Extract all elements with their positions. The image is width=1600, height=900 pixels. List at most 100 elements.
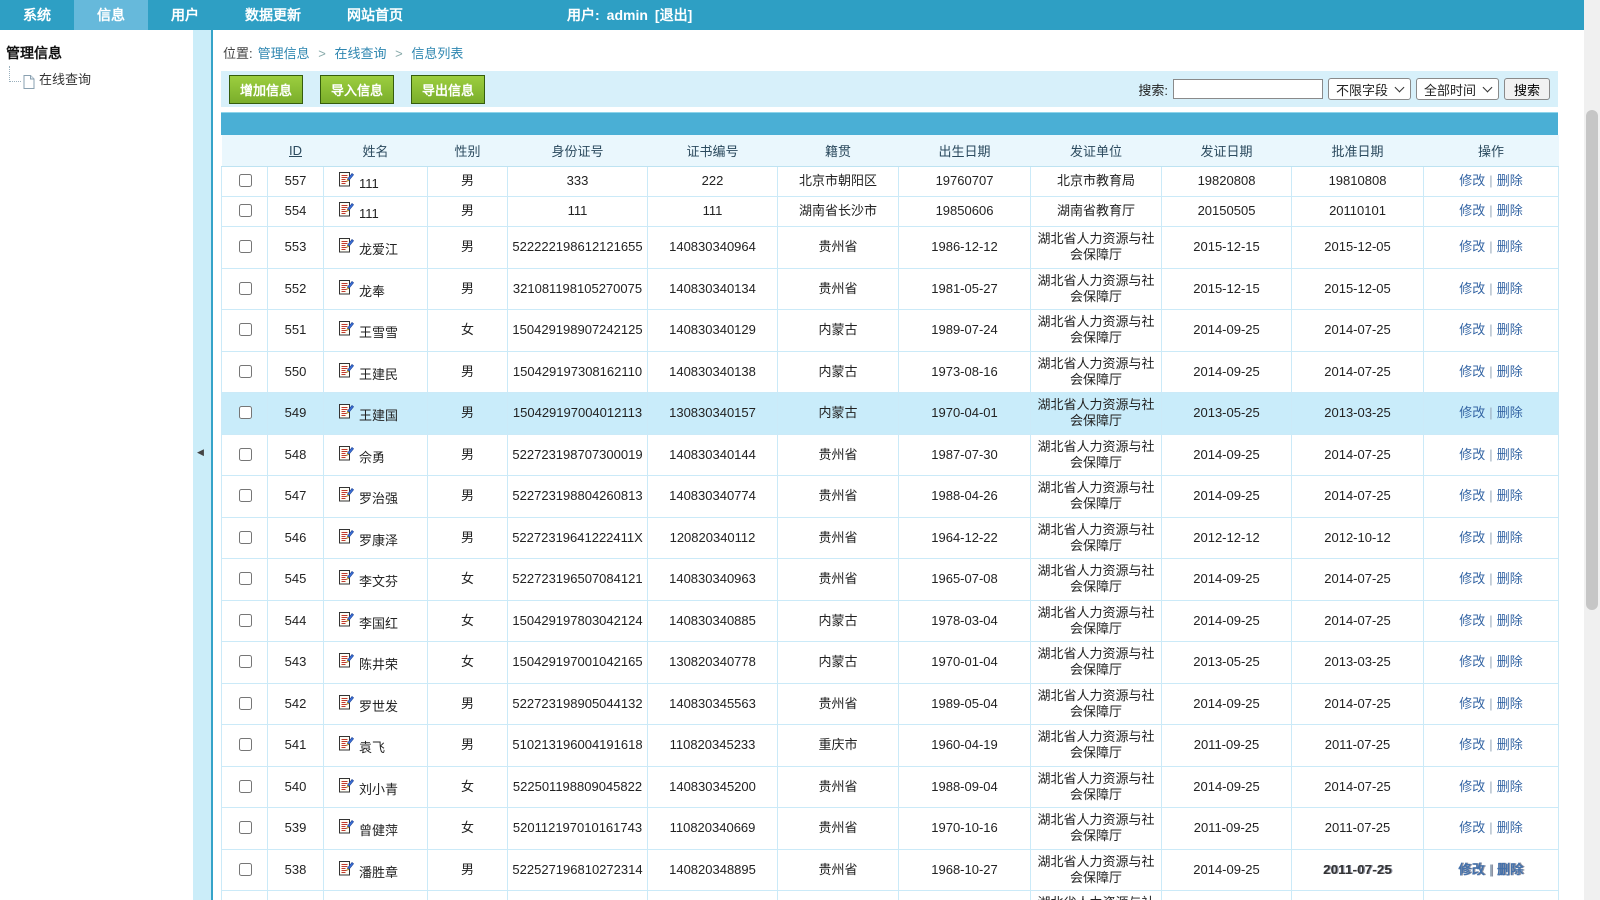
import-info-button[interactable]: 导入信息: [320, 75, 394, 104]
row-checkbox[interactable]: [239, 365, 252, 378]
edit-link[interactable]: 修改: [1459, 530, 1485, 545]
edit-doc-icon[interactable]: [339, 694, 354, 714]
nav-tab-site-home[interactable]: 网站首页: [324, 0, 426, 30]
delete-link[interactable]: 删除: [1497, 779, 1523, 794]
edit-link[interactable]: 修改: [1459, 737, 1485, 752]
name-link[interactable]: 罗治强: [359, 491, 398, 507]
edit-doc-icon[interactable]: [339, 279, 354, 299]
edit-link[interactable]: 修改: [1459, 654, 1485, 669]
row-checkbox[interactable]: [239, 204, 252, 217]
sort-by-id[interactable]: ID: [289, 143, 302, 158]
edit-link[interactable]: 修改: [1459, 203, 1485, 218]
edit-doc-icon[interactable]: [339, 569, 354, 589]
edit-doc-icon[interactable]: [339, 362, 354, 382]
nav-tab-data-update[interactable]: 数据更新: [222, 0, 324, 30]
name-link[interactable]: 陈井荣: [359, 657, 398, 673]
edit-link[interactable]: 修改: [1459, 173, 1485, 188]
name-link[interactable]: 罗世发: [359, 699, 398, 715]
name-link[interactable]: 李国红: [359, 616, 398, 632]
edit-link[interactable]: 修改: [1459, 405, 1485, 420]
row-checkbox[interactable]: [239, 448, 252, 461]
name-link[interactable]: 李文芬: [359, 574, 398, 590]
sidebar-item-online-query[interactable]: 在线查询: [9, 66, 193, 89]
delete-link[interactable]: 删除: [1497, 654, 1523, 669]
name-link[interactable]: 111: [359, 206, 379, 222]
breadcrumb-link-1[interactable]: 在线查询: [334, 46, 386, 61]
delete-link[interactable]: 删除: [1497, 862, 1524, 877]
breadcrumb-link-0[interactable]: 管理信息: [258, 46, 310, 61]
row-checkbox[interactable]: [239, 531, 252, 544]
search-button[interactable]: 搜索: [1504, 78, 1550, 100]
field-select[interactable]: 不限字段: [1328, 78, 1411, 100]
name-link[interactable]: 王雪雪: [359, 325, 398, 341]
row-checkbox[interactable]: [239, 738, 252, 751]
name-link[interactable]: 袁飞: [359, 740, 385, 756]
search-input[interactable]: [1173, 79, 1323, 99]
logout-link[interactable]: [退出]: [655, 5, 692, 25]
edit-link[interactable]: 修改: [1459, 322, 1485, 337]
delete-link[interactable]: 删除: [1497, 322, 1523, 337]
delete-link[interactable]: 删除: [1497, 173, 1523, 188]
row-checkbox[interactable]: [239, 406, 252, 419]
edit-doc-icon[interactable]: [339, 611, 354, 631]
delete-link[interactable]: 删除: [1497, 447, 1523, 462]
nav-tab-system[interactable]: 系统: [0, 0, 74, 30]
row-checkbox[interactable]: [239, 780, 252, 793]
edit-doc-icon[interactable]: [339, 860, 354, 880]
edit-doc-icon[interactable]: [339, 237, 354, 257]
delete-link[interactable]: 删除: [1497, 239, 1523, 254]
edit-doc-icon[interactable]: [339, 528, 354, 548]
row-checkbox[interactable]: [239, 240, 252, 253]
edit-link[interactable]: 修改: [1459, 364, 1485, 379]
edit-doc-icon[interactable]: [339, 320, 354, 340]
name-link[interactable]: 罗康泽: [359, 533, 398, 549]
collapse-sidebar-icon[interactable]: ◀: [197, 448, 204, 457]
time-select[interactable]: 全部时间: [1416, 78, 1499, 100]
edit-link[interactable]: 修改: [1459, 239, 1485, 254]
name-link[interactable]: 潘胜章: [359, 865, 398, 881]
row-checkbox[interactable]: [239, 489, 252, 502]
nav-tab-info[interactable]: 信息: [74, 0, 148, 30]
name-link[interactable]: 曾健萍: [359, 823, 398, 839]
row-checkbox[interactable]: [239, 323, 252, 336]
edit-link[interactable]: 修改: [1459, 571, 1485, 586]
nav-tab-users[interactable]: 用户: [148, 0, 222, 30]
sidebar-splitter[interactable]: ◀: [193, 30, 213, 900]
row-checkbox[interactable]: [239, 697, 252, 710]
row-checkbox[interactable]: [239, 282, 252, 295]
name-link[interactable]: 王建民: [359, 367, 398, 383]
name-link[interactable]: 佘勇: [359, 450, 385, 466]
edit-doc-icon[interactable]: [339, 171, 354, 191]
edit-link[interactable]: 修改: [1458, 862, 1485, 877]
row-checkbox[interactable]: [239, 174, 252, 187]
edit-link[interactable]: 修改: [1459, 488, 1485, 503]
edit-doc-icon[interactable]: [339, 652, 354, 672]
edit-doc-icon[interactable]: [339, 403, 354, 423]
edit-link[interactable]: 修改: [1459, 613, 1485, 628]
row-checkbox[interactable]: [239, 821, 252, 834]
row-checkbox[interactable]: [239, 614, 252, 627]
edit-doc-icon[interactable]: [339, 486, 354, 506]
delete-link[interactable]: 删除: [1497, 405, 1523, 420]
delete-link[interactable]: 删除: [1497, 820, 1523, 835]
edit-link[interactable]: 修改: [1459, 447, 1485, 462]
delete-link[interactable]: 删除: [1497, 737, 1523, 752]
delete-link[interactable]: 删除: [1497, 488, 1523, 503]
scrollbar-thumb[interactable]: [1586, 110, 1598, 610]
edit-link[interactable]: 修改: [1459, 696, 1485, 711]
breadcrumb-link-2[interactable]: 信息列表: [411, 46, 463, 61]
name-link[interactable]: 刘小青: [359, 782, 398, 798]
delete-link[interactable]: 删除: [1497, 203, 1523, 218]
row-checkbox[interactable]: [239, 655, 252, 668]
name-link[interactable]: 龙爱江: [359, 242, 398, 258]
name-link[interactable]: 111: [359, 176, 379, 192]
delete-link[interactable]: 删除: [1497, 613, 1523, 628]
edit-doc-icon[interactable]: [339, 818, 354, 838]
edit-link[interactable]: 修改: [1459, 779, 1485, 794]
row-checkbox[interactable]: [239, 863, 252, 876]
delete-link[interactable]: 删除: [1497, 530, 1523, 545]
name-link[interactable]: 王建国: [359, 408, 398, 424]
edit-link[interactable]: 修改: [1459, 281, 1485, 296]
delete-link[interactable]: 删除: [1497, 696, 1523, 711]
name-link[interactable]: 龙奉: [359, 284, 385, 300]
